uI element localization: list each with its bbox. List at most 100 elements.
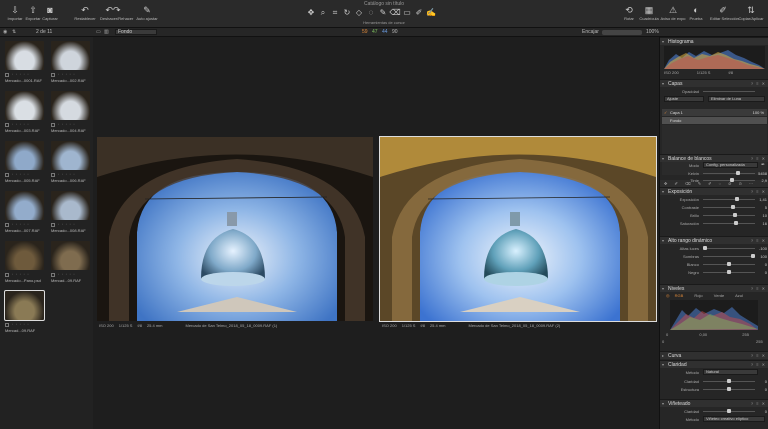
white-balance-section[interactable]: ▾ Balance de blancos? ≡ ✕ [660,154,768,162]
grid-button[interactable]: ▦ Cuadrícula [636,5,662,21]
thumb-name: Mercado...007.RAF [5,228,40,233]
thumb-rating[interactable]: • • • • • [58,72,76,76]
capture-button[interactable]: ◙ Capturar [37,5,63,21]
thumb-image [5,191,44,220]
thumb-checkbox[interactable] [5,123,9,127]
keystone-tool-icon[interactable]: ◇ [353,8,365,17]
vignette-method-select[interactable]: Viñeteo creativo elíptico [703,416,765,422]
spot-tool-icon[interactable]: ◌ [365,8,377,17]
multi-view-icon[interactable]: ▥ [104,29,109,35]
filmstrip-thumb[interactable]: • • • • • Mercado...002.RAF [48,39,91,84]
brush-tool-icon[interactable]: ✎ [377,8,389,17]
filmstrip-thumb[interactable]: • • • • • Mercado...0001.RAF [2,39,45,84]
thumb-checkbox[interactable] [51,223,55,227]
copy-apply-button[interactable]: ⇅ Copiar/Aplicar [738,5,764,21]
clarity-section[interactable]: ▾ Claridad? ≡ ✕ [660,360,768,368]
thumb-rating[interactable]: • • • • • [12,272,30,276]
single-view-icon[interactable]: ▭ [96,29,101,35]
pan-tool-icon[interactable]: ✥ [305,8,317,17]
levels-tab-auto[interactable]: ◎ [666,293,670,298]
sort-icon[interactable]: ⇅ [12,29,16,35]
eyedropper-icon[interactable]: ✒ [761,162,765,168]
exposure-section[interactable]: ▾ Exposición? ≡ ✕ [660,187,768,195]
thumb-checkbox[interactable] [51,73,55,77]
filmstrip-thumb[interactable]: • • • • • Mercad...09.RAF [48,239,91,284]
filmstrip-thumb[interactable]: • • • • • Mercado...003.RAF [2,89,45,134]
filmstrip-thumb[interactable]: • • • • • Mercado...004.RAF [48,89,91,134]
layers-section[interactable]: ▾ Capas? ≡ ✕ [660,79,768,87]
value-1: 59 [362,29,368,35]
filmstrip-thumb[interactable]: • • • • • Mercado...Pano.psd [2,239,45,284]
opacity-slider[interactable] [703,91,755,92]
wb-mode-select[interactable]: Config. personalizada [703,162,758,168]
undo-redo-button[interactable]: ↶↷ Deshacer/Rehacer [100,5,133,21]
thumb-rating[interactable]: • • • • • [58,272,76,276]
levels-tab-green[interactable]: Verde [714,293,724,298]
value-3: 44 [382,29,388,35]
thumb-checkbox[interactable] [51,273,55,277]
photo-right[interactable] [379,136,657,322]
thumb-rating[interactable]: • • • • • [58,122,76,126]
crop-tool-icon[interactable]: ⌗ [329,8,341,18]
zoom-tool-icon[interactable]: ⌕ [317,8,329,18]
eye-icon[interactable]: ◉ [3,29,7,35]
thumb-checkbox[interactable] [51,123,55,127]
white-row: Blanco 0 [686,262,767,267]
levels-chart[interactable] [670,300,758,330]
reset-icon: ↶ [81,5,89,15]
thumb-image [5,241,44,270]
kelvin-slider[interactable] [703,173,755,174]
thumb-checkbox[interactable] [5,223,9,227]
thumb-name: Mercado...005.RAF [5,178,40,183]
levels-tab-rgb[interactable]: RGB [675,293,684,298]
layer-select[interactable]: Fondo [115,29,157,35]
filmstrip-thumb[interactable]: • • • • • Mercado...005.RAF [2,139,45,184]
filmstrip-thumb[interactable]: • • • • • Mercado...007.RAF [2,189,45,234]
levels-section[interactable]: ▾ Niveles? ≡ ✕ [660,284,768,292]
vignette-section[interactable]: ▾ Viñeteado? ≡ ✕ [660,399,768,407]
filmstrip-thumb[interactable]: • • • • • Mercad...09.RAF [2,289,45,334]
histogram-info: ISO 200 1/125 Sf/8 [664,70,733,75]
edit-selection-button[interactable]: ✐ Editar Selección [710,5,739,21]
thumb-rating[interactable]: • • • • • [12,172,30,176]
reset-button[interactable]: ↶ Restablecer [72,5,98,21]
levels-tab-red[interactable]: Rojo [694,293,702,298]
fill-select[interactable]: Eliminar de Luna [708,96,765,102]
auto-adjust-button[interactable]: ✎ Auto ajustar [134,5,160,21]
photo-left[interactable] [97,137,373,321]
curve-section[interactable]: ▸ Curva? ≡ ✕ [660,351,768,359]
thumb-rating[interactable]: • • • • • [12,222,30,226]
tint-slider[interactable] [703,180,755,181]
clarity-method-select[interactable]: Natural [703,369,758,375]
zoom-slider[interactable] [602,30,642,35]
annotate-tool-icon[interactable]: ✍ [425,8,437,17]
black-row: Negro 0 [688,270,767,275]
levels-tab-blue[interactable]: Azul [735,293,743,298]
filmstrip-thumb[interactable]: • • • • • Mercado...006.RAF [48,139,91,184]
thumb-checkbox[interactable] [5,73,9,77]
thumb-rating[interactable]: • • • • • [12,122,30,126]
thumb-checkbox[interactable] [5,323,9,327]
hdr-section[interactable]: ▾ Alto rango dinámico? ≡ ✕ [660,236,768,244]
filmstrip-thumb[interactable]: • • • • • Mercado...008.RAF [48,189,91,234]
eraser-tool-icon[interactable]: ⌫ [389,8,401,17]
layer-row-background[interactable]: Fondo [662,117,767,124]
thumb-rating[interactable]: • • • • • [58,172,76,176]
histogram-section[interactable]: ▾ Histograma [660,37,768,45]
layer-row-1[interactable]: ✓ Capa 1 100 % [662,109,767,116]
thumb-checkbox[interactable] [5,173,9,177]
thumb-checkbox[interactable] [51,173,55,177]
rotate-tool-icon[interactable]: ↻ [341,8,353,17]
thumb-rating[interactable]: • • • • • [58,222,76,226]
fit-button[interactable]: Encajar [582,29,599,35]
thumb-rating[interactable]: • • • • • [12,72,30,76]
levels-tabs: ◎ RGB Rojo Verde Azul [666,293,766,298]
picker-tool-icon[interactable]: ✐ [413,8,425,17]
thumb-image [51,241,90,270]
proof-button[interactable]: ◐ Prueba [683,5,709,21]
thumb-image [51,91,90,120]
thumb-checkbox[interactable] [5,273,9,277]
gradient-tool-icon[interactable]: ▭ [401,8,413,17]
adjust-select[interactable]: Ajuste [664,96,704,102]
thumb-rating[interactable]: • • • • • [12,322,30,326]
